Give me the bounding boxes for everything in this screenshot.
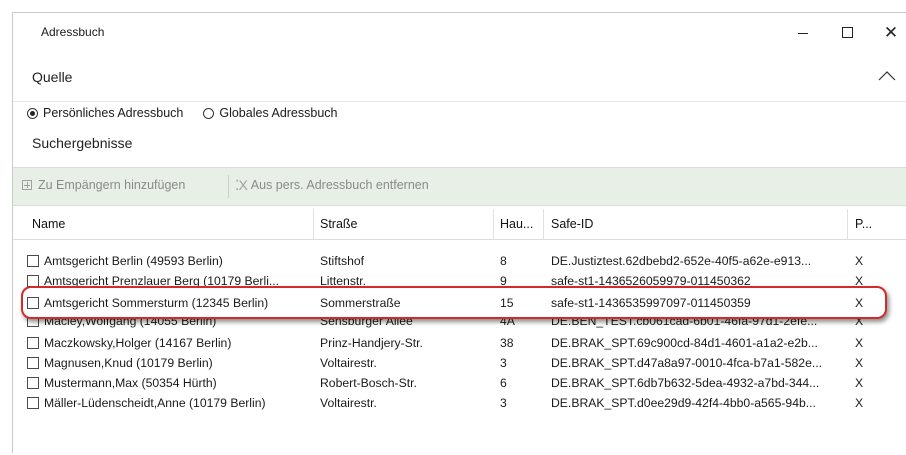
cell-house: 9 <box>500 274 507 288</box>
source-options: Persönliches Adressbuch Globales Adressb… <box>27 101 358 125</box>
radio-global-address-book[interactable]: Globales Adressbuch <box>203 106 338 120</box>
cell-house: 3 <box>500 356 507 370</box>
column-header-p[interactable]: P... <box>855 217 872 231</box>
column-separator[interactable] <box>313 209 314 239</box>
row-checkbox[interactable] <box>27 297 39 309</box>
table-row[interactable]: Amtsgericht Prenzlauer Berg (10179 Berli… <box>13 271 906 291</box>
cell-p: X <box>855 296 864 310</box>
column-separator[interactable] <box>493 209 494 239</box>
address-book-window: Adressbuch ✕ Quelle Persönliches Adressb… <box>12 12 906 453</box>
cell-name: Amtsgericht Sommersturm (12345 Berlin) <box>44 296 269 310</box>
cell-house: 8 <box>500 254 507 268</box>
row-checkbox[interactable] <box>27 275 39 287</box>
table-row[interactable]: Amtsgericht Berlin (49593 Berlin) Stifts… <box>13 251 906 271</box>
cell-street: Robert-Bosch-Str. <box>320 376 417 390</box>
cell-street: Littenstr. <box>320 274 367 288</box>
remove-from-address-book-label: Aus pers. Adressbuch entfernen <box>250 178 429 192</box>
cell-street: Voltairestr. <box>320 396 377 410</box>
plus-box-icon <box>22 180 32 190</box>
radio-checked-icon <box>27 107 38 119</box>
minimize-button[interactable] <box>783 19 823 45</box>
table-row[interactable]: Magnusen,Knud (10179 Berlin) Voltairestr… <box>13 353 906 373</box>
column-header-house[interactable]: Hau... <box>500 217 533 231</box>
table-row[interactable]: Maczkowsky,Holger (14167 Berlin) Prinz-H… <box>13 333 906 353</box>
cell-name: Magnusen,Knud (10179 Berlin) <box>44 356 213 370</box>
results-toolbar: Zu Empängern hinzufügen ⁚X Aus pers. Adr… <box>13 167 906 206</box>
column-header-street[interactable]: Straße <box>320 217 358 231</box>
cell-name: Amtsgericht Berlin (49593 Berlin) <box>44 254 223 268</box>
cell-safe-id: DE.BRAK_SPT.d47a8a97-0010-4fca-b7a1-582e… <box>551 356 823 370</box>
cell-p: X <box>855 254 864 268</box>
table-row[interactable]: Macley,Wolfgang (14055 Berlin) Sensburge… <box>13 311 906 331</box>
cell-name: Amtsgericht Prenzlauer Berg (10179 Berli… <box>44 274 280 288</box>
cell-name: Mäller-Lüdenscheidt,Anne (10179 Berlin) <box>44 396 266 410</box>
column-separator[interactable] <box>543 209 544 239</box>
cell-house: 6 <box>500 376 507 390</box>
radio-unchecked-icon <box>203 107 215 119</box>
add-to-recipients-button[interactable]: Zu Empängern hinzufügen <box>22 178 185 192</box>
cell-house: 4A <box>500 314 515 328</box>
table-row[interactable]: Mustermann,Max (50354 Hürth) Robert-Bosc… <box>13 373 906 393</box>
title-bar: Adressbuch ✕ <box>13 13 906 51</box>
cell-p: X <box>855 314 864 328</box>
row-checkbox[interactable] <box>27 315 39 327</box>
row-checkbox[interactable] <box>27 337 39 349</box>
results-table: Name Straße Hau... Safe-ID P... Amtsgeri… <box>13 205 906 455</box>
cell-p: X <box>855 376 864 390</box>
cell-street: Sommerstraße <box>320 296 401 310</box>
cell-name: Maczkowsky,Holger (14167 Berlin) <box>44 336 232 350</box>
remove-from-address-book-button[interactable]: ⁚X Aus pers. Adressbuch entfernen <box>235 178 429 192</box>
column-header-safe-id[interactable]: Safe-ID <box>551 217 593 231</box>
radio-personal-address-book[interactable]: Persönliches Adressbuch <box>27 106 183 120</box>
row-checkbox[interactable] <box>27 357 39 369</box>
cell-street: Voltairestr. <box>320 356 377 370</box>
desktop-background-left <box>0 0 12 448</box>
cell-street: Prinz-Handjery-Str. <box>320 336 423 350</box>
x-icon: ⁚X <box>235 177 248 193</box>
minimize-icon <box>798 32 808 34</box>
cell-safe-id: DE.Justiztest.62dbebd2-652e-40f5-a62e-e9… <box>551 254 812 268</box>
cell-street: Sensburger Allee <box>320 314 413 328</box>
cell-safe-id: DE.BRAK_SPT.69c900cd-84d1-4601-a1a2-e2b.… <box>551 336 818 350</box>
cell-p: X <box>855 336 864 350</box>
cell-safe-id: safe-st1-1436526059979-011450362 <box>551 274 751 288</box>
table-row[interactable]: Mäller-Lüdenscheidt,Anne (10179 Berlin) … <box>13 393 906 413</box>
row-checkbox[interactable] <box>27 397 39 409</box>
cell-house: 3 <box>500 396 507 410</box>
cell-house: 15 <box>500 296 514 310</box>
cell-safe-id: DE.BRAK_SPT.d0ee29d9-42f4-4bb0-a565-94b.… <box>551 396 816 410</box>
cell-p: X <box>855 396 864 410</box>
cell-house: 38 <box>500 336 514 350</box>
cell-name: Macley,Wolfgang (14055 Berlin) <box>44 314 217 328</box>
close-icon: ✕ <box>883 22 899 42</box>
row-checkbox[interactable] <box>27 377 39 389</box>
window-title: Adressbuch <box>41 25 105 39</box>
close-button[interactable]: ✕ <box>871 19 906 45</box>
toolbar-separator <box>228 175 229 198</box>
cell-p: X <box>855 274 864 288</box>
table-header: Name Straße Hau... Safe-ID P... <box>13 205 906 240</box>
row-checkbox[interactable] <box>27 255 39 267</box>
column-header-name[interactable]: Name <box>32 217 65 231</box>
cell-safe-id: safe-st1-1436535997097-011450359 <box>551 296 751 310</box>
column-separator[interactable] <box>847 209 848 239</box>
cell-street: Stiftshof <box>320 254 365 268</box>
desktop-background-top <box>0 0 906 12</box>
chevron-up-icon[interactable] <box>876 68 898 84</box>
source-section-label: Quelle <box>32 69 73 85</box>
table-row-highlighted[interactable]: Amtsgericht Sommersturm (12345 Berlin) S… <box>13 293 906 313</box>
cell-name: Mustermann,Max (50354 Hürth) <box>44 376 217 390</box>
cell-safe-id: DE.BRAK_SPT.6db7b632-5dea-4932-a7bd-344.… <box>551 376 820 390</box>
maximize-icon <box>841 26 853 38</box>
cell-safe-id: DE.BEN_TEST.cb061cad-6b01-46fa-97d1-2efe… <box>551 314 818 328</box>
search-results-label: Suchergebnisse <box>32 135 133 151</box>
radio-label-personal: Persönliches Adressbuch <box>43 106 184 120</box>
radio-label-global: Globales Adressbuch <box>219 106 338 120</box>
maximize-button[interactable] <box>827 19 867 45</box>
cell-p: X <box>855 356 864 370</box>
add-to-recipients-label: Zu Empängern hinzufügen <box>38 178 186 192</box>
